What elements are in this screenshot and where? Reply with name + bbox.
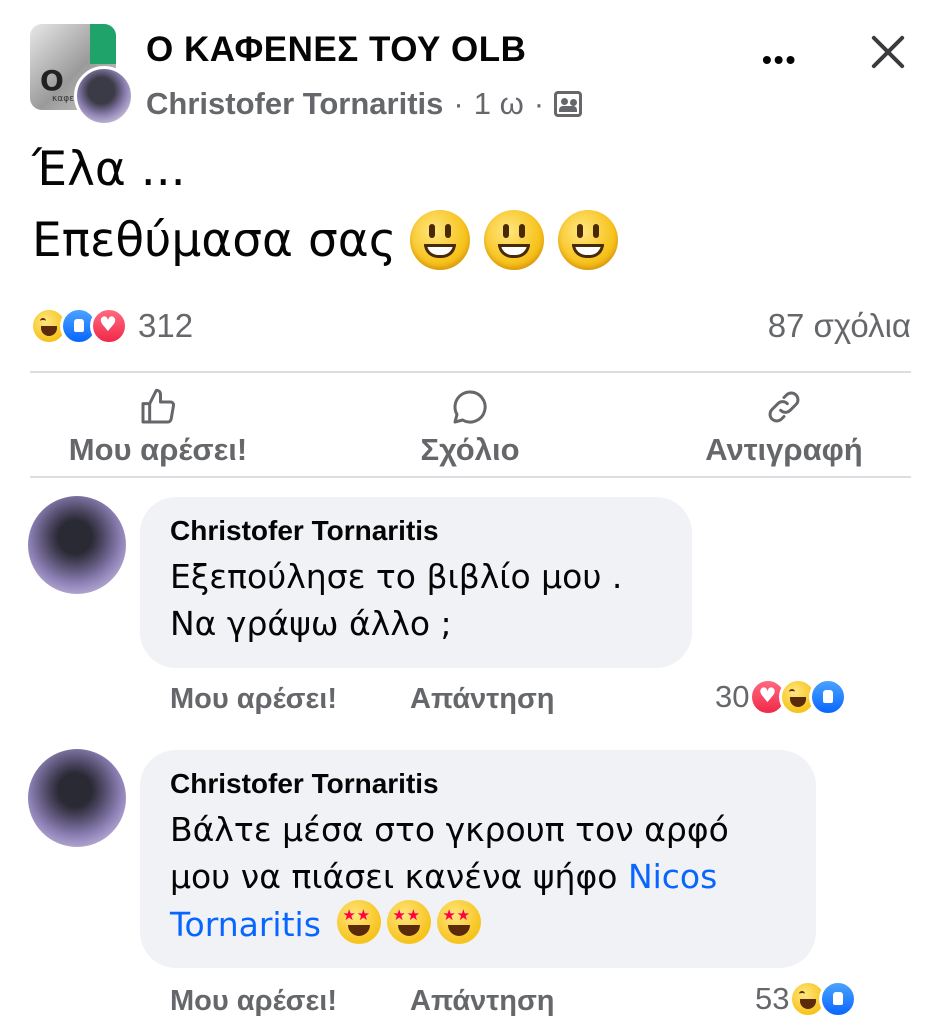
- mention-link-continued[interactable]: Tornaritis: [170, 905, 321, 944]
- group-members-icon: [554, 91, 583, 117]
- comment-text-line-2: μου να πιάσει κανένα ψήφο Nicos: [170, 853, 786, 900]
- comment-button[interactable]: Σχόλιο: [320, 386, 620, 468]
- reaction-count: 312: [138, 307, 194, 344]
- grinning-face-emoji-icon: [484, 210, 545, 270]
- post-text-line-2: Επεθύμασα σας: [32, 210, 619, 270]
- comment-bubble: Christofer Tornaritis Εξεπούλησε το βιβλ…: [140, 497, 692, 668]
- like-reaction-icon: [819, 980, 858, 1018]
- comment-reactions[interactable]: 30: [715, 678, 848, 716]
- divider: [30, 476, 911, 478]
- mention-link[interactable]: Nicos: [628, 857, 717, 896]
- copy-link-button-label: Αντιγραφή: [705, 432, 863, 467]
- post-time[interactable]: 1 ω: [474, 86, 524, 122]
- group-photo-stripe: [90, 24, 116, 64]
- comment-like-button[interactable]: Μου αρέσει!: [170, 683, 337, 716]
- comment-text-line-2: Να γράψω άλλο ;: [170, 604, 452, 643]
- copy-link-button[interactable]: Αντιγραφή: [634, 386, 934, 468]
- post-text-line-2-text: Επεθύμασα σας: [32, 212, 397, 268]
- comment-reply-button[interactable]: Απάντηση: [410, 985, 555, 1018]
- comment-author[interactable]: Christofer Tornaritis: [170, 768, 786, 800]
- comment-bubble-icon: [320, 386, 620, 428]
- group-photo-logo: O: [40, 64, 64, 97]
- link-icon: [634, 386, 934, 428]
- meta-separator-2: ·: [533, 86, 545, 121]
- group-name[interactable]: Ο ΚΑΦΕΝΕΣ ΤΟΥ OLB: [146, 30, 526, 70]
- close-icon[interactable]: [866, 30, 910, 74]
- post-text-line-1: Έλα ...: [32, 142, 186, 197]
- star-struck-emoji-icon: [337, 900, 382, 944]
- comment-button-label: Σχόλιο: [420, 432, 520, 467]
- comment-reply-button[interactable]: Απάντηση: [410, 683, 555, 716]
- group-avatar[interactable]: O καφε.: [28, 22, 134, 126]
- comment-text-line-1: Βάλτε μέσα στο γκρουπ τον αρφό: [170, 810, 729, 849]
- author-avatar[interactable]: [74, 66, 134, 126]
- comment-text: Βάλτε μέσα στο γκρουπ τον αρφό μου να πι…: [170, 806, 786, 948]
- star-struck-emoji-icon: [437, 900, 482, 944]
- comment-text-line-2-text: μου να πιάσει κανένα ψήφο: [170, 857, 618, 896]
- comment-text-line-1: Εξεπούλησε το βιβλίο μου .: [170, 557, 623, 596]
- comment-text-line-3: Tornaritis: [170, 900, 786, 948]
- love-reaction-icon: [90, 307, 128, 345]
- comment-bubble: Christofer Tornaritis Βάλτε μέσα στο γκρ…: [140, 750, 816, 968]
- meta-separator: ·: [453, 86, 464, 121]
- comment-reactions[interactable]: 53: [755, 980, 858, 1018]
- comment-text: Εξεπούλησε το βιβλίο μου . Να γράψω άλλο…: [170, 553, 662, 647]
- like-reaction-icon: [809, 678, 848, 716]
- divider: [30, 371, 911, 373]
- like-button-label: Μου αρέσει!: [68, 432, 248, 467]
- grinning-face-emoji-icon: [410, 210, 471, 270]
- comment-reaction-count: 30: [715, 679, 750, 714]
- reaction-summary[interactable]: 312: [30, 307, 193, 345]
- commenter-avatar[interactable]: [28, 749, 126, 847]
- comment-reaction-count: 53: [755, 981, 790, 1016]
- more-options-icon[interactable]: •••: [762, 46, 797, 74]
- star-struck-emoji-icon: [387, 900, 432, 944]
- comments-count[interactable]: 87 σχόλια: [768, 307, 911, 345]
- comment-like-button[interactable]: Μου αρέσει!: [170, 985, 337, 1018]
- grinning-face-emoji-icon: [558, 210, 619, 270]
- post-meta: Christofer Tornaritis · 1 ω ·: [146, 86, 583, 122]
- author-name[interactable]: Christofer Tornaritis: [146, 86, 443, 122]
- thumbs-up-icon: [8, 386, 308, 428]
- like-button[interactable]: Μου αρέσει!: [8, 386, 308, 468]
- comment-author[interactable]: Christofer Tornaritis: [170, 515, 662, 547]
- commenter-avatar[interactable]: [28, 496, 126, 594]
